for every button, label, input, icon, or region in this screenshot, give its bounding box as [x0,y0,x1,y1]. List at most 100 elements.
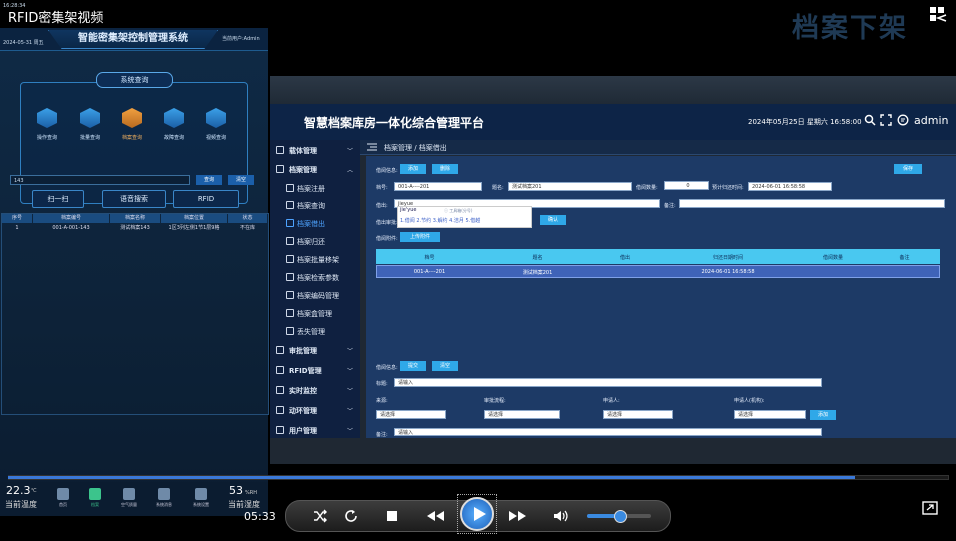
reviewer-label: 申请人(机构): [734,398,765,404]
category-batch-query[interactable]: 批量查询 [75,108,105,141]
return-time-field[interactable]: 2024-06-01 16:58:58 [748,182,832,191]
title-input[interactable]: 请输入 [394,378,822,387]
add-button[interactable]: 添加 [400,164,426,174]
sidebar-item[interactable]: 动环管理 [289,406,317,416]
voice-search-button[interactable]: 语音搜索 [102,190,166,208]
return-icon [286,237,294,245]
count-stepper[interactable]: 0 [664,181,709,190]
chevron-icon[interactable]: ﹀ [347,146,353,155]
chevron-icon[interactable]: ﹀ [347,346,353,355]
expand-window-icon[interactable] [922,501,938,515]
column-header: 档案位置 [161,214,227,223]
sidebar-item[interactable]: 档案批量移架 [297,255,339,265]
bell-icon [158,488,170,500]
reviewer-select[interactable]: 请选择 [734,410,806,419]
corner-caption: 档案下架 [792,13,908,44]
menu-collapse-icon[interactable] [926,5,948,23]
borrow-info-label-2: 借阅信息: [376,365,398,371]
search-icon[interactable] [864,114,876,126]
sidebar-item[interactable]: 档案借出 [297,219,325,229]
temperature-label: 当前温度 [5,500,37,509]
collapse-menu-icon[interactable] [367,143,377,151]
category-fault-query[interactable]: 故障查询 [159,108,189,141]
name-label: 题名: [492,185,504,191]
sidebar-item[interactable]: 档案管理 [289,165,317,175]
stop-icon[interactable] [383,507,401,525]
volume-slider-handle[interactable] [614,510,627,523]
fault-query-icon [164,108,184,128]
sidebar-item[interactable]: 档案盒管理 [297,309,332,319]
table-cell: 1 [15,225,19,231]
applicant-select[interactable]: 请选择 [603,410,673,419]
column-header: 题名 [532,255,543,261]
monitor-icon [276,386,284,394]
column-header: 状态 [228,214,267,223]
remark-field[interactable] [679,199,945,208]
table-cell: 2024-06-01 16:58:58 [701,269,755,275]
category-archive-query[interactable]: 档案查询 [117,108,147,141]
submit-button[interactable]: 提交 [400,361,426,371]
sidebar-item[interactable]: 档案注册 [297,184,325,194]
ime-candidates[interactable]: 1.借阅 2.节约 3.解约 4.洁月 5.借越 [400,217,480,224]
sidebar-item[interactable]: 丢失管理 [297,327,325,337]
kiosk-clear-button[interactable]: 清空 [228,175,254,185]
borrow-icon [286,219,294,227]
humidity-value: 53 [229,484,243,497]
scan-button[interactable]: 扫一扫 [32,190,84,208]
play-button[interactable] [460,497,494,531]
table-cell: 1区3列左侧1节1层9格 [168,225,220,231]
chevron-icon[interactable]: ︿ [347,165,353,174]
sidebar-item[interactable]: 档案查询 [297,201,325,211]
category-operation-query[interactable]: 操作查询 [32,108,62,141]
sidebar-item[interactable]: 审批管理 [289,346,317,356]
lost-icon [286,327,294,335]
approval-icon [276,346,284,354]
clear-button[interactable]: 清空 [432,361,458,371]
chevron-icon[interactable]: ﹀ [347,366,353,375]
nav-settings[interactable]: 系统设置 [189,488,213,508]
save-button[interactable]: 保存 [894,164,922,174]
code-field[interactable]: 001-A----201 [394,182,482,191]
approval-confirm-button[interactable]: 确认 [540,215,566,225]
nav-air-quality[interactable]: 空气质量 [117,488,141,508]
sidebar-item[interactable]: 档案归还 [297,237,325,247]
sidebar-item[interactable]: RFID管理 [289,366,322,376]
nav-home[interactable]: 首页 [51,488,75,508]
source-select[interactable]: 请选择 [376,410,446,419]
sidebar-item[interactable]: 实时监控 [289,386,317,396]
repeat-icon[interactable] [342,507,360,525]
fullscreen-icon[interactable] [880,114,892,126]
chevron-icon[interactable]: ﹀ [347,426,353,435]
shuffle-icon[interactable] [311,507,329,525]
archive-icon [276,165,284,173]
nav-messages[interactable]: 系统消息 [152,488,176,508]
remark-input[interactable]: 请输入 [394,428,822,436]
batch-query-icon [80,108,100,128]
app-window-top [270,76,956,104]
sidebar-item[interactable]: 载体管理 [289,146,317,156]
carrier-icon [276,146,284,154]
add-reviewer-button[interactable]: 添加 [810,410,836,420]
environment-icon [276,406,284,414]
rfid-button[interactable]: RFID [173,190,239,208]
chevron-icon[interactable]: ﹀ [347,406,353,415]
sidebar-item[interactable]: 用户管理 [289,426,317,436]
delete-button[interactable]: 删除 [432,164,458,174]
upload-attachment-button[interactable]: 上传附件 [400,232,440,242]
category-video-query[interactable]: 视频查询 [201,108,231,141]
flow-select[interactable]: 请选择 [484,410,560,419]
kiosk-time: 16:28:34 [3,3,26,9]
nav-archive[interactable]: 档案 [83,488,107,508]
fast-forward-icon[interactable] [507,507,529,525]
table-cell: 001-A----201 [413,269,446,275]
app-user[interactable]: admin [914,114,948,127]
rewind-icon[interactable] [424,507,446,525]
volume-icon[interactable] [552,507,570,525]
sidebar-item[interactable]: 档案检索参数 [297,273,339,283]
chevron-icon[interactable]: ﹀ [347,386,353,395]
name-field[interactable]: 测试档案201 [508,182,632,191]
kiosk-query-button[interactable]: 查询 [196,175,222,185]
kiosk-search-input[interactable]: 143 [10,175,190,185]
message-icon[interactable] [897,114,909,126]
sidebar-item[interactable]: 档案编码管理 [297,291,339,301]
